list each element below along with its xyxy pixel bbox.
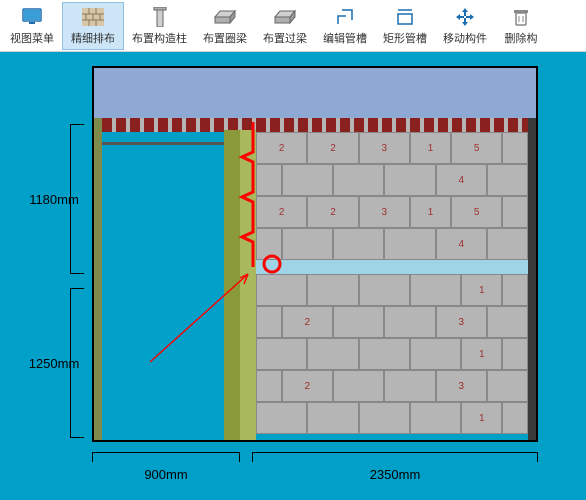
brick xyxy=(256,402,307,434)
hatch-strip xyxy=(102,118,528,132)
brick: 2 xyxy=(307,132,358,164)
brick xyxy=(410,402,461,434)
mid-column-a xyxy=(224,130,240,440)
brick xyxy=(282,164,333,196)
brick: 2 xyxy=(307,196,358,228)
toolbar-btn-label: 精细排布 xyxy=(71,30,115,46)
brick xyxy=(333,228,384,260)
delete-icon xyxy=(513,6,529,28)
dimension-h-left: 900mm xyxy=(92,452,240,482)
brick xyxy=(307,338,358,370)
brick: 3 xyxy=(436,370,487,402)
brick xyxy=(359,402,410,434)
toolbar-btn-label: 矩形管槽 xyxy=(383,30,427,46)
move-icon xyxy=(455,6,475,28)
ring-beam-icon xyxy=(214,6,236,28)
brick: 5 xyxy=(451,132,502,164)
brick: 3 xyxy=(359,196,410,228)
rect-slot-icon xyxy=(396,6,414,28)
brick xyxy=(256,228,282,260)
brick xyxy=(487,370,528,402)
brick xyxy=(333,164,384,196)
brick xyxy=(384,164,435,196)
right-column xyxy=(528,118,536,440)
toolbar: 视图菜单 精细排布 布置构造柱布置圈梁布置过梁编辑管槽矩形管槽移动构件 删除构 xyxy=(0,0,586,52)
brick xyxy=(384,228,435,260)
brick xyxy=(502,274,528,306)
wall-section: 2231542231541231231 xyxy=(92,66,538,442)
left-column xyxy=(94,118,102,440)
brick: 4 xyxy=(436,228,487,260)
brick xyxy=(256,164,282,196)
toolbar-btn-brick-wall[interactable]: 精细排布 xyxy=(62,2,124,50)
brick: 1 xyxy=(461,338,502,370)
brick: 2 xyxy=(282,370,333,402)
edit-slot-icon xyxy=(336,6,354,28)
brick xyxy=(333,370,384,402)
brick-area: 2231542231541231231 xyxy=(256,132,528,440)
brick xyxy=(502,132,528,164)
toolbar-btn-delete[interactable]: 删除构 xyxy=(495,2,547,50)
brick xyxy=(256,306,282,338)
brick xyxy=(307,402,358,434)
brick: 2 xyxy=(256,196,307,228)
brick xyxy=(487,228,528,260)
brick xyxy=(502,402,528,434)
toolbar-btn-label: 布置构造柱 xyxy=(132,30,187,46)
brick xyxy=(256,338,307,370)
lintel-icon xyxy=(274,6,296,28)
toolbar-btn-label: 编辑管槽 xyxy=(323,30,367,46)
toolbar-btn-label: 删除构 xyxy=(505,30,538,46)
brick: 2 xyxy=(282,306,333,338)
brick: 3 xyxy=(359,132,410,164)
brick: 3 xyxy=(436,306,487,338)
brick xyxy=(410,274,461,306)
toolbar-btn-rect-slot[interactable]: 矩形管槽 xyxy=(375,2,435,50)
toolbar-btn-label: 视图菜单 xyxy=(10,30,54,46)
brick xyxy=(487,306,528,338)
brick xyxy=(359,338,410,370)
brick: 2 xyxy=(256,132,307,164)
brick-wall-icon xyxy=(82,6,104,28)
brick xyxy=(384,370,435,402)
brick xyxy=(282,228,333,260)
brick: 1 xyxy=(461,402,502,434)
toolbar-btn-ring-beam[interactable]: 布置圈梁 xyxy=(195,2,255,50)
toolbar-btn-move[interactable]: 移动构件 xyxy=(435,2,495,50)
toolbar-btn-label: 布置圈梁 xyxy=(203,30,247,46)
top-slab xyxy=(94,68,536,118)
brick xyxy=(384,306,435,338)
toolbar-btn-label: 移动构件 xyxy=(443,30,487,46)
toolbar-btn-label: 布置过梁 xyxy=(263,30,307,46)
tie-band xyxy=(256,260,528,274)
brick xyxy=(256,370,282,402)
brick xyxy=(502,338,528,370)
brick: 4 xyxy=(436,164,487,196)
monitor-icon xyxy=(22,6,42,28)
column-icon xyxy=(153,6,167,28)
brick: 1 xyxy=(410,132,451,164)
dimension-v-bottom: 1250mm xyxy=(24,288,84,438)
toolbar-btn-monitor[interactable]: 视图菜单 xyxy=(2,2,62,50)
dimension-v-top: 1180mm xyxy=(24,124,84,274)
brick xyxy=(410,338,461,370)
brick xyxy=(487,164,528,196)
toolbar-btn-column[interactable]: 布置构造柱 xyxy=(124,2,195,50)
brick: 1 xyxy=(461,274,502,306)
drawing-canvas[interactable]: 1180mm 1250mm 900mm 2350mm 2231542231541… xyxy=(0,52,586,500)
mid-column-b xyxy=(240,130,256,440)
brick xyxy=(256,274,307,306)
brick: 1 xyxy=(410,196,451,228)
toolbar-btn-edit-slot[interactable]: 编辑管槽 xyxy=(315,2,375,50)
brick: 5 xyxy=(451,196,502,228)
door-opening xyxy=(102,142,224,292)
brick xyxy=(307,274,358,306)
brick xyxy=(359,274,410,306)
toolbar-btn-lintel[interactable]: 布置过梁 xyxy=(255,2,315,50)
brick xyxy=(333,306,384,338)
dimension-h-right: 2350mm xyxy=(252,452,538,482)
brick xyxy=(502,196,528,228)
